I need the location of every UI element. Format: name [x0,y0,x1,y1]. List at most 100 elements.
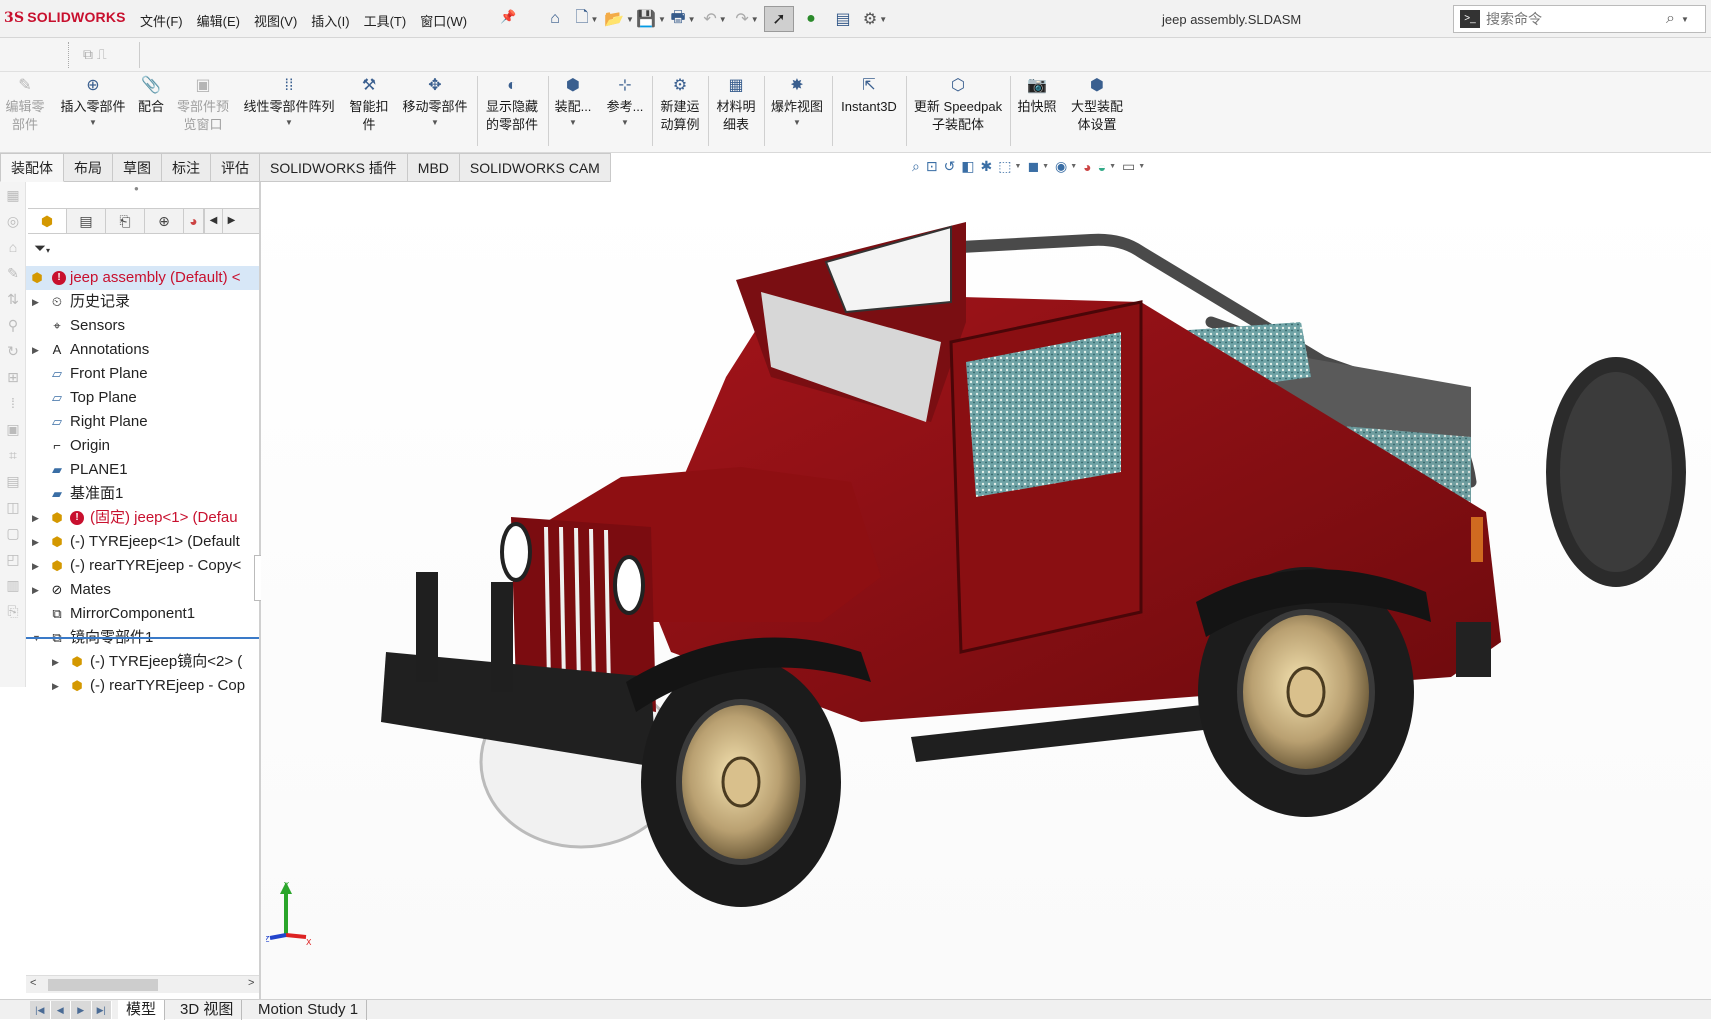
chevron-right-icon[interactable]: ▶ [222,209,240,233]
select-pointer-icon[interactable]: ➚ [764,6,794,32]
linear-pattern-button[interactable]: ⁞⁞ 线性零部件阵列 ▼ [238,76,340,132]
apply-scene-icon[interactable]: ◒ [1098,159,1106,175]
tab-motion-study-1[interactable]: Motion Study 1 [250,1000,368,1020]
chevron-right-icon[interactable]: > [248,977,254,989]
configuration-manager-tab-icon[interactable]: ⎗ [106,209,145,233]
expand-icon[interactable]: ▶ [32,338,42,362]
strip-icon[interactable]: ⚲ [5,317,21,333]
zoom-to-area-icon[interactable]: ⊡ [926,158,938,175]
dimxpert-tab-icon[interactable]: ⊕ [145,209,184,233]
open-icon[interactable]: 📂 ▼ [604,6,634,32]
tab-sketch[interactable]: 草图 [113,153,162,182]
tree-item[interactable]: ▰ PLANE1 [26,458,259,482]
home-icon[interactable]: ⌂ [540,6,570,32]
strip-icon[interactable]: ⌂ [5,239,21,255]
tree-item[interactable]: ▰ 基准面1 [26,482,259,506]
first-tab-icon[interactable]: |◀ [30,1001,51,1019]
tree-item[interactable]: ▶ ⬢ (-) TYREjeep镜向<2> ( [26,650,259,674]
file-properties-icon[interactable]: ▤ [828,6,858,32]
last-tab-icon[interactable]: ▶| [92,1001,112,1019]
tab-mbd[interactable]: MBD [407,153,460,182]
update-speedpak-button[interactable]: ⬡ 更新 Speedpak 子装配体 [910,76,1006,134]
menu-window[interactable]: 窗口(W) [420,11,467,30]
tree-item[interactable]: ▶ ⬢ (-) TYREjeep<1> (Default [26,530,259,554]
move-component-button[interactable]: ✥ 移动零部件 ▼ [398,76,472,132]
tab-addins[interactable]: SOLIDWORKS 插件 [260,153,408,182]
strip-icon[interactable]: ⊞ [5,369,21,385]
tree-item[interactable]: ▶ A Annotations [26,338,259,362]
strip-icon[interactable]: ▥ [5,577,21,593]
strip-icon[interactable]: ⁞ [5,395,21,411]
chevron-down-icon[interactable]: ▼ [54,114,132,132]
exploded-view-button[interactable]: ✸ 爆炸视图 ▼ [766,76,828,132]
expand-icon[interactable]: ▶ [52,650,62,674]
tree-item[interactable]: ▶ ⊘ Mates [26,578,259,602]
strip-icon[interactable]: ▣ [5,421,21,437]
strip-icon[interactable]: ▤ [5,473,21,489]
jeep-model-render[interactable] [261,182,1711,999]
tree-item[interactable]: ▱ Front Plane [26,362,259,386]
expand-icon[interactable]: ▶ [32,578,42,602]
search-icon[interactable]: ⌕ [1666,10,1675,28]
tree-item[interactable]: ▶ ⬢! (固定) jeep<1> (Defau [26,506,259,530]
assembly-features-button[interactable]: ⬢ 装配... ▼ [552,76,594,132]
search-input[interactable] [1486,11,1666,27]
strip-icon[interactable]: ↻ [5,343,21,359]
expand-icon[interactable]: ▶ [52,674,62,698]
print-icon[interactable]: 🖶 ▼ [668,6,698,32]
tree-horizontal-scrollbar[interactable]: < > [26,975,259,993]
strip-icon[interactable]: ✎ [5,265,21,281]
undo-icon[interactable]: ↶ ▼ [700,6,730,32]
hide-show-items-icon[interactable]: ◉ [1055,158,1067,175]
dynamic-annotation-icon[interactable]: ✱ [981,158,993,175]
chevron-down-icon[interactable]: ▼ [398,114,472,132]
pin-icon[interactable]: 📌 [500,9,516,25]
strip-icon[interactable]: ◫ [5,499,21,515]
chevron-down-icon[interactable]: ▼ [238,114,340,132]
prev-tab-icon[interactable]: ◀ [51,1001,71,1019]
splitter-handle[interactable]: ● [134,184,139,193]
new-motion-study-button[interactable]: ⚙ 新建运 动算例 [656,76,704,134]
menu-tools[interactable]: 工具(T) [364,11,407,30]
expand-icon[interactable]: ▶ [32,290,42,314]
mate-button[interactable]: 📎 配合 [134,76,168,116]
edit-component-button[interactable]: ✎ 编辑零 部件 [2,76,48,134]
chevron-left-icon[interactable]: < [30,977,36,989]
tab-cam[interactable]: SOLIDWORKS CAM [459,153,611,182]
tree-item[interactable]: ⌖ Sensors [26,314,259,338]
show-hidden-components-button[interactable]: ◐ 显示隐藏 的零部件 [482,76,542,134]
strip-icon[interactable]: ▢ [5,525,21,541]
redo-icon[interactable]: ↷ ▼ [732,6,762,32]
take-snapshot-button[interactable]: 📷 拍快照 [1014,76,1060,116]
bill-of-materials-button[interactable]: ▦ 材料明 细表 [712,76,760,134]
insert-component-button[interactable]: ⊕ 插入零部件 ▼ [54,76,132,132]
rebuild-traffic-light-icon[interactable]: ● [796,6,826,32]
view-orientation-icon[interactable]: ⬚ [998,158,1011,175]
tree-item[interactable]: ▱ Right Plane [26,410,259,434]
new-document-icon[interactable]: 🗋 ▼ [572,6,602,32]
filter-icon[interactable]: ⏷▾ [34,240,50,257]
menu-insert[interactable]: 插入(I) [311,11,349,30]
section-view-icon[interactable]: ◧ [961,158,974,175]
strip-icon[interactable]: ▦ [5,187,21,203]
display-manager-tab-icon[interactable]: ◕ [184,209,204,233]
feature-manager-tab-icon[interactable]: ⬢ [28,209,67,233]
tree-item[interactable]: ▶ ⬢ (-) rearTYREjeep - Cop [26,674,259,698]
component-preview-button[interactable]: ▣ 零部件预 览窗口 [172,76,234,134]
expand-icon[interactable]: ▶ [32,530,42,554]
zoom-to-fit-icon[interactable]: ⌕ [912,158,920,175]
next-tab-icon[interactable]: ▶ [71,1001,92,1019]
tree-item[interactable]: ▶ ⏲ 历史记录 [26,290,259,314]
edit-appearance-icon[interactable]: ◕ [1083,159,1091,175]
flyout-toolbar-stub[interactable]: ⧉ ⎍ [68,42,140,68]
tab-model[interactable]: 模型 [118,1000,166,1020]
chevron-down-icon[interactable]: ▼ [604,114,646,132]
solidworks-logo[interactable]: 3S SOLIDWORKS [4,9,126,26]
view-settings-icon[interactable]: ▭ [1122,158,1135,175]
tree-item[interactable]: ⌐ Origin [26,434,259,458]
instant3d-button[interactable]: ⇱ Instant3D [836,76,902,116]
menu-file[interactable]: 文件(F) [140,11,183,30]
scrollbar-thumb[interactable] [48,979,158,991]
tree-item[interactable]: ▱ Top Plane [26,386,259,410]
command-search[interactable]: >_ ⌕ ▼ [1453,5,1706,33]
